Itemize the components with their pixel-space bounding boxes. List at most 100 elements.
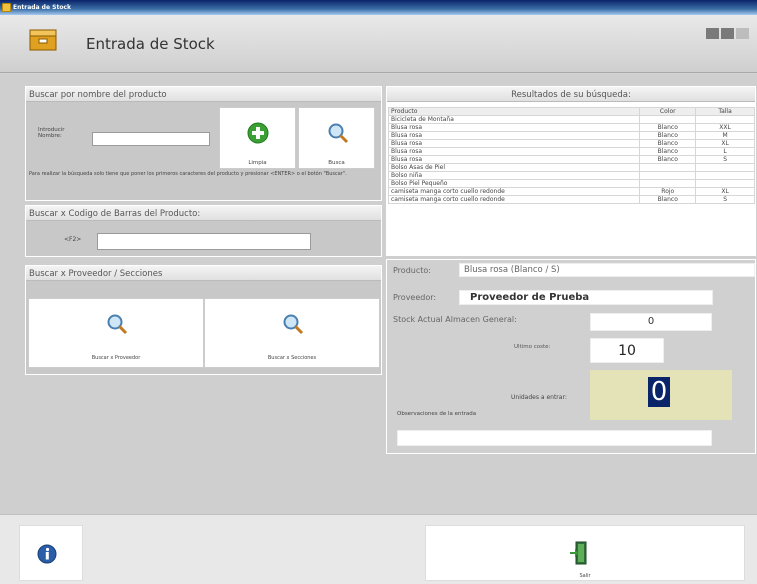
search-supplier-label: Buscar x Proveedor bbox=[91, 355, 141, 361]
table-cell: Blusa rosa bbox=[387, 147, 641, 156]
magnifier-icon bbox=[328, 123, 349, 144]
table-cell: Bolso Asas de Piel bbox=[387, 163, 641, 172]
footer-bar: Salir bbox=[0, 514, 757, 584]
supplier-label: Proveedor: bbox=[393, 293, 437, 302]
header: Entrada de Stock bbox=[0, 15, 757, 73]
search-sections-label: Buscar x Secciones bbox=[267, 355, 317, 361]
info-button[interactable] bbox=[19, 525, 83, 581]
table-row[interactable]: camiseta manga corto cuello redonde Rojo X… bbox=[387, 187, 755, 196]
table-cell: XL bbox=[695, 187, 755, 196]
table-cell: camiseta manga corto cuello redonde bbox=[387, 187, 641, 196]
table-row[interactable]: Blusa rosa Blanco M bbox=[387, 131, 755, 140]
f2-key-label: <F2> bbox=[64, 236, 82, 243]
units-input[interactable]: 0 bbox=[648, 377, 670, 407]
table-row[interactable]: Bolso niña bbox=[387, 171, 755, 180]
info-icon bbox=[37, 544, 57, 564]
last-cost-label: Ultimo coste: bbox=[514, 344, 551, 350]
table-cell: M bbox=[695, 131, 755, 140]
table-row[interactable]: Bicicleta de Montaña bbox=[387, 115, 755, 124]
table-row[interactable]: Blusa rosa Blanco XL bbox=[387, 139, 755, 148]
table-cell: L bbox=[695, 147, 755, 156]
window-titlebar: Entrada de Stock bbox=[0, 0, 757, 15]
table-row[interactable]: camiseta manga corto cuello redonde Blanc… bbox=[387, 195, 755, 204]
search-name-panel: Buscar por nombre del producto Introduci… bbox=[25, 86, 382, 201]
table-cell: XXL bbox=[695, 123, 755, 132]
table-row[interactable]: Bolso Asas de Piel bbox=[387, 163, 755, 172]
table-cell: camiseta manga corto cuello redonde bbox=[387, 195, 641, 204]
table-cell: Blanco bbox=[639, 147, 697, 156]
table-cell bbox=[695, 179, 755, 188]
table-cell: Blanco bbox=[639, 131, 697, 140]
magnifier-icon bbox=[107, 314, 128, 335]
notes-label: Observaciones de la entrada bbox=[397, 411, 477, 417]
clear-label: Limpia bbox=[248, 160, 267, 166]
table-cell: Blanco bbox=[639, 195, 697, 204]
table-row[interactable]: Blusa rosa Blanco L bbox=[387, 147, 755, 156]
barcode-title: Buscar x Codigo de Barras del Producto: bbox=[26, 206, 381, 221]
table-cell: Rojo bbox=[639, 187, 697, 196]
table-cell: S bbox=[695, 155, 755, 164]
table-cell bbox=[695, 115, 755, 124]
table-cell: Blusa rosa bbox=[387, 123, 641, 132]
table-cell bbox=[695, 171, 755, 180]
table-row[interactable]: Blusa rosa Blanco S bbox=[387, 155, 755, 164]
minimize-button[interactable] bbox=[706, 28, 719, 39]
table-row[interactable]: Bolso Piel Pequeño bbox=[387, 179, 755, 188]
results-title: Resultados de su búsqueda: bbox=[387, 87, 755, 102]
search-label: Busca bbox=[328, 160, 345, 166]
stock-value: 0 bbox=[590, 313, 712, 331]
window-title: Entrada de Stock bbox=[13, 4, 71, 11]
page-title: Entrada de Stock bbox=[86, 35, 215, 53]
exit-button[interactable]: Salir bbox=[425, 525, 745, 581]
exit-label: Salir bbox=[579, 573, 591, 579]
column-header[interactable]: Color bbox=[639, 107, 697, 116]
results-table: Producto Color Talla Bicicleta de Montañ… bbox=[387, 107, 755, 204]
units-label: Unidades a entrar: bbox=[511, 394, 567, 401]
table-cell: Bolso niña bbox=[387, 171, 641, 180]
table-cell bbox=[639, 179, 697, 188]
name-input-label: Introducir Nombre: bbox=[38, 127, 65, 139]
table-cell: XL bbox=[695, 139, 755, 148]
maximize-button[interactable] bbox=[721, 28, 734, 39]
table-cell: Bicicleta de Montaña bbox=[387, 115, 641, 124]
search-button[interactable]: Busca bbox=[298, 107, 375, 169]
search-sections-button[interactable]: Buscar x Secciones bbox=[204, 298, 380, 368]
box-icon bbox=[29, 29, 57, 51]
units-input-box[interactable]: 0 bbox=[590, 370, 732, 420]
last-cost-value: 10 bbox=[590, 338, 664, 363]
table-cell bbox=[639, 115, 697, 124]
table-cell bbox=[639, 171, 697, 180]
table-cell: Blanco bbox=[639, 139, 697, 148]
barcode-input[interactable] bbox=[97, 233, 311, 250]
table-cell: Blusa rosa bbox=[387, 131, 641, 140]
table-cell: Blusa rosa bbox=[387, 139, 641, 148]
window-controls[interactable] bbox=[706, 28, 749, 39]
notes-input[interactable] bbox=[397, 430, 712, 446]
supplier-value: Proveedor de Prueba bbox=[459, 290, 713, 305]
plus-icon bbox=[247, 122, 269, 144]
table-cell: Bolso Piel Pequeño bbox=[387, 179, 641, 188]
column-header[interactable]: Talla bbox=[695, 107, 755, 116]
search-name-title: Buscar por nombre del producto bbox=[26, 87, 381, 102]
table-cell: Blanco bbox=[639, 123, 697, 132]
app-icon bbox=[2, 3, 11, 12]
close-button[interactable] bbox=[736, 28, 749, 39]
table-cell bbox=[695, 163, 755, 172]
supplier-title: Buscar x Proveedor / Secciones bbox=[26, 266, 381, 281]
table-header-row: Producto Color Talla bbox=[387, 107, 755, 116]
table-cell: Blanco bbox=[639, 155, 697, 164]
detail-panel: Producto: Blusa rosa (Blanco / S) Provee… bbox=[386, 259, 756, 454]
table-cell: Blusa rosa bbox=[387, 155, 641, 164]
table-row[interactable]: Blusa rosa Blanco XXL bbox=[387, 123, 755, 132]
clear-button[interactable]: Limpia bbox=[219, 107, 296, 169]
search-supplier-button[interactable]: Buscar x Proveedor bbox=[28, 298, 204, 368]
table-cell: S bbox=[695, 195, 755, 204]
barcode-panel: Buscar x Codigo de Barras del Producto: … bbox=[25, 205, 382, 257]
search-help-text: Para realizar la búsqueda solo tiene que… bbox=[29, 171, 347, 177]
product-value: Blusa rosa (Blanco / S) bbox=[459, 263, 755, 277]
column-header[interactable]: Producto bbox=[387, 107, 641, 116]
magnifier-icon bbox=[283, 314, 304, 335]
table-cell bbox=[639, 163, 697, 172]
product-label: Producto: bbox=[393, 266, 431, 275]
name-search-input[interactable] bbox=[92, 132, 210, 146]
